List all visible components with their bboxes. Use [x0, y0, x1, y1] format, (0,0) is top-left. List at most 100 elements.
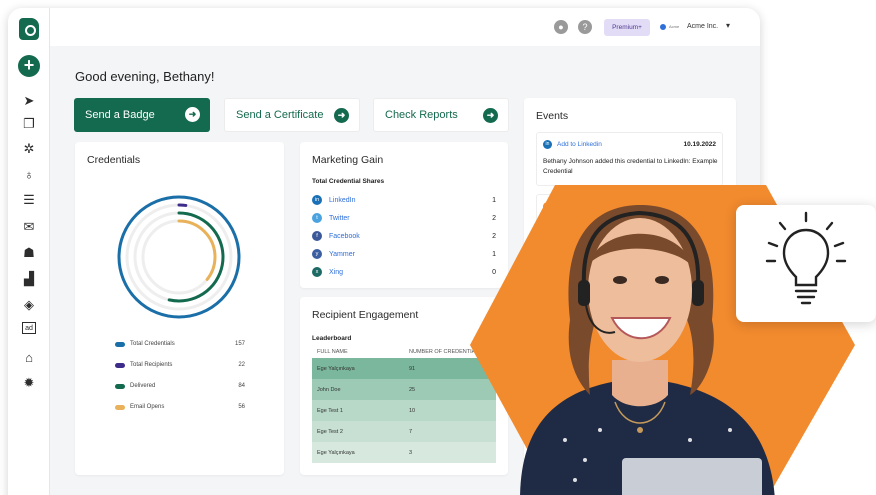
legend-row: Total Recipients 22	[115, 359, 245, 371]
legend-swatch	[115, 341, 125, 347]
org-logo-icon	[660, 24, 666, 30]
bar-chart-icon[interactable]: ▟	[20, 270, 38, 288]
notification-bell-icon[interactable]: ●	[554, 20, 568, 34]
premium-badge[interactable]: Premium+	[604, 19, 650, 36]
share-platform-link[interactable]: Twitter	[329, 215, 350, 222]
event-body: Bethany Johnson added this credential to…	[543, 158, 718, 175]
xing-icon: x	[312, 267, 322, 277]
legend-label: Total Recipients	[130, 362, 173, 368]
share-row: x Xing 0	[312, 266, 496, 278]
credentials-ring-chart	[117, 195, 241, 319]
gift-icon[interactable]: ⌂	[20, 348, 38, 366]
award-icon[interactable]: ♁	[20, 165, 38, 183]
event-title[interactable]: Add to Linkedin	[557, 141, 602, 148]
events-title: Events	[536, 110, 569, 122]
credentials-card: Credentials Total Credentials 157 Total Re…	[75, 142, 284, 475]
ad-icon[interactable]: ad	[22, 322, 36, 334]
page-greeting: Good evening, Bethany!	[75, 69, 215, 84]
create-new-button[interactable]: +	[18, 55, 40, 77]
event-date: 10.19.2022	[683, 141, 716, 148]
event-item[interactable]: in Add to Linkedin 10.19.2022 Bethany Jo…	[536, 132, 723, 186]
group-icon[interactable]: ☗	[20, 244, 38, 262]
table-row[interactable]: Ege Yalçınkaya 91	[312, 358, 496, 379]
event-body-line: Beth	[543, 220, 558, 227]
sidebar: + ➤ ❐ ✲ ♁ ☰ ✉ ☗ ▟ ◈ ad ⌂ ✹	[8, 8, 50, 495]
recipient-name: Ege Yalçınkaya	[317, 449, 355, 456]
idea-card	[736, 205, 876, 322]
column-header[interactable]: FULL NAME	[312, 345, 404, 358]
recipient-name: Ege Yalçınkaya	[317, 365, 355, 372]
help-icon[interactable]: ?	[578, 20, 592, 34]
marketing-gain-card: Marketing Gain Total Credential Shares i…	[300, 142, 508, 288]
share-platform-link[interactable]: Xing	[329, 269, 343, 276]
recipient-engagement-title: Recipient Engagement	[312, 309, 419, 321]
table-row[interactable]: Ege Test 2 7	[312, 421, 496, 442]
topbar: ● ? Premium+ Acme Acme Inc. ▾	[50, 8, 760, 46]
share-row: t Twitter 2	[312, 212, 496, 224]
list-icon[interactable]: ☰	[20, 191, 38, 209]
share-count: 2	[492, 214, 496, 222]
table-row[interactable]: Ege Yalçınkaya 3	[312, 442, 496, 463]
credential-count: 3	[409, 449, 413, 456]
org-switcher[interactable]: Acme Inc.	[687, 23, 718, 30]
download-icon	[543, 202, 552, 211]
bug-icon[interactable]: ✲	[20, 140, 38, 158]
legend-value: 22	[238, 362, 245, 368]
share-count: 2	[492, 232, 496, 240]
twitter-icon: t	[312, 213, 322, 223]
share-row: y Yammer 1	[312, 248, 496, 260]
credential-count: 25	[409, 386, 416, 393]
credential-count: 91	[409, 365, 416, 372]
share-platform-link[interactable]: Yammer	[329, 251, 355, 258]
ring-total-credentials	[117, 195, 241, 319]
app-logo	[19, 18, 39, 40]
recipient-name: Ege Test 1	[317, 407, 343, 414]
leaderboard-table: FULL NAME NUMBER OF CREDENTIALS Ege Yalç…	[312, 345, 496, 463]
marketing-gain-title: Marketing Gain	[312, 154, 384, 166]
share-row: in LinkedIn 1	[312, 194, 496, 206]
share-platform-link[interactable]: Facebook	[329, 233, 360, 240]
share-platform-link[interactable]: LinkedIn	[329, 197, 355, 204]
share-count: 1	[492, 196, 496, 204]
recipient-name: John Doe	[317, 386, 341, 393]
event-body-line: Ex	[543, 230, 551, 237]
linkedin-icon: in	[312, 195, 322, 205]
yammer-icon: y	[312, 249, 322, 259]
app-window: + ➤ ❐ ✲ ♁ ☰ ✉ ☗ ▟ ◈ ad ⌂ ✹ ● ? Premium+ Acme Acme I…	[8, 8, 760, 495]
send-certificate-label: Send a Certificate	[236, 109, 324, 121]
send-certificate-button[interactable]: Send a Certificate ➜	[224, 98, 360, 132]
recipient-name: Ege Test 2	[317, 428, 343, 435]
event-title[interactable]: Do	[557, 203, 565, 210]
send-icon[interactable]: ➤	[20, 92, 38, 110]
credential-count: 10	[409, 407, 416, 414]
chevron-down-icon[interactable]: ▾	[726, 21, 730, 30]
legend-row: Total Credentials 157	[115, 338, 245, 350]
legend-swatch	[115, 404, 125, 410]
table-row[interactable]: John Doe 25	[312, 379, 496, 400]
events-card: Events in Add to Linkedin 10.19.2022 Bet…	[524, 98, 736, 478]
legend-label: Delivered	[130, 383, 156, 389]
event-item[interactable]: Do Beth Ex	[536, 194, 723, 254]
legend-row: Email Opens 56	[115, 401, 245, 413]
legend-value: 84	[238, 383, 245, 389]
arrow-right-icon: ➜	[334, 108, 349, 123]
legend-swatch	[115, 362, 125, 368]
check-reports-label: Check Reports	[385, 109, 458, 121]
leaderboard-label: Leaderboard	[312, 335, 352, 342]
column-header[interactable]: NUMBER OF CREDENTIALS	[404, 345, 496, 358]
mail-icon[interactable]: ✉	[20, 218, 38, 236]
check-reports-button[interactable]: Check Reports ➜	[373, 98, 509, 132]
legend-label: Total Credentials	[130, 341, 175, 347]
settings-icon[interactable]: ✹	[20, 374, 38, 392]
table-row[interactable]: Ege Test 1 10	[312, 400, 496, 421]
send-badge-label: Send a Badge	[85, 109, 155, 121]
compass-icon[interactable]: ◈	[20, 296, 38, 314]
share-count: 0	[492, 268, 496, 276]
legend-label: Email Opens	[130, 404, 165, 410]
legend-row: Delivered 84	[115, 380, 245, 392]
copy-icon[interactable]: ❐	[20, 115, 38, 133]
credential-count: 7	[409, 428, 413, 435]
send-badge-button[interactable]: Send a Badge ➜	[74, 98, 210, 132]
lightbulb-icon	[765, 211, 847, 305]
share-count: 1	[492, 250, 496, 258]
